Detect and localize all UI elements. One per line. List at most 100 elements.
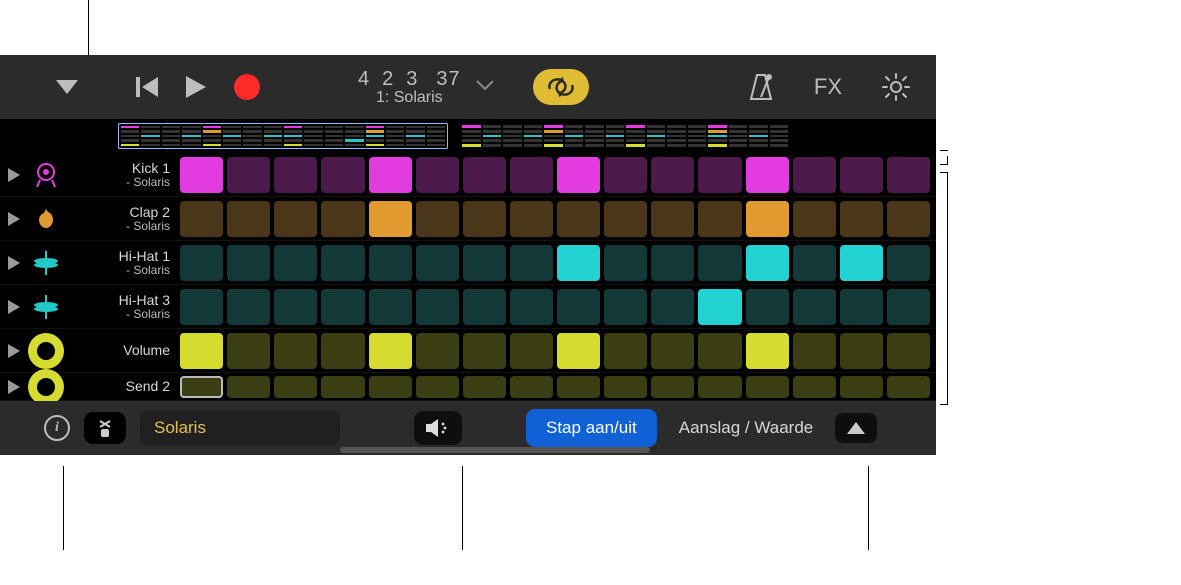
row-play-button[interactable] [0,256,28,270]
step-cell[interactable] [321,157,364,193]
step-cell[interactable] [698,157,741,193]
step-cell[interactable] [746,201,789,237]
row-play-button[interactable] [0,212,28,226]
step-cell[interactable] [557,376,600,398]
collapse-button[interactable] [835,413,877,443]
step-cell[interactable] [463,333,506,369]
step-cell[interactable] [180,201,223,237]
step-cell[interactable] [604,376,647,398]
step-on-off-button[interactable]: Stap aan/uit [526,409,657,447]
step-cell[interactable] [840,333,883,369]
row-play-button[interactable] [0,168,28,182]
step-cell[interactable] [604,333,647,369]
row-play-button[interactable] [0,344,28,358]
step-cell[interactable] [698,245,741,281]
step-cell[interactable] [369,157,412,193]
step-cell[interactable] [369,333,412,369]
step-cell[interactable] [227,289,270,325]
step-cell[interactable] [369,376,412,398]
step-cell[interactable] [651,245,694,281]
step-cell[interactable] [651,289,694,325]
step-cell[interactable] [840,376,883,398]
step-cell[interactable] [651,333,694,369]
step-cell[interactable] [746,376,789,398]
step-cell[interactable] [698,289,741,325]
step-cell[interactable] [510,201,553,237]
step-cell[interactable] [887,333,930,369]
step-cell[interactable] [180,333,223,369]
step-cell[interactable] [463,289,506,325]
fx-button[interactable]: FX [814,74,842,100]
step-cell[interactable] [887,245,930,281]
step-cell[interactable] [793,201,836,237]
step-cell[interactable] [321,289,364,325]
cycle-loop-button[interactable] [533,69,589,105]
row-play-button[interactable] [0,300,28,314]
step-cell[interactable] [369,245,412,281]
step-cell[interactable] [651,376,694,398]
step-cell[interactable] [557,201,600,237]
step-cell[interactable] [227,376,270,398]
send2-icon[interactable] [28,369,64,405]
row-label[interactable]: Clap 2- Solaris [68,205,178,232]
step-cell[interactable] [557,333,600,369]
view-menu-button[interactable] [56,80,78,94]
step-cell[interactable] [321,201,364,237]
hihat1-icon[interactable] [28,245,64,281]
step-cell[interactable] [793,157,836,193]
row-label[interactable]: Send 2 [68,379,178,394]
row-label[interactable]: Hi-Hat 3- Solaris [68,293,178,320]
step-cell[interactable] [604,289,647,325]
step-cell[interactable] [369,201,412,237]
step-cell[interactable] [321,333,364,369]
clap-icon[interactable] [28,201,64,237]
step-cell[interactable] [604,245,647,281]
pattern-overview[interactable] [0,119,936,153]
step-cell[interactable] [746,245,789,281]
step-cell[interactable] [180,376,223,398]
lcd-display[interactable]: 4 2 3 37 1: Solaris [358,68,495,107]
step-cell[interactable] [840,201,883,237]
step-cell[interactable] [557,157,600,193]
step-cell[interactable] [793,289,836,325]
step-cell[interactable] [227,201,270,237]
step-cell[interactable] [510,245,553,281]
step-cell[interactable] [416,201,459,237]
step-cell[interactable] [510,289,553,325]
step-cell[interactable] [557,245,600,281]
step-cell[interactable] [274,245,317,281]
step-cell[interactable] [416,157,459,193]
hihat3-icon[interactable] [28,289,64,325]
step-cell[interactable] [793,333,836,369]
step-cell[interactable] [887,201,930,237]
step-cell[interactable] [180,245,223,281]
step-cell[interactable] [369,289,412,325]
row-label[interactable]: Volume [68,343,178,358]
play-button[interactable] [186,76,206,98]
go-to-start-button[interactable] [136,77,158,97]
step-cell[interactable] [274,289,317,325]
velocity-value-button[interactable]: Aanslag / Waarde [679,418,814,438]
step-cell[interactable] [227,333,270,369]
step-cell[interactable] [463,245,506,281]
step-cell[interactable] [887,157,930,193]
step-cell[interactable] [746,289,789,325]
row-play-button[interactable] [0,380,28,394]
step-cell[interactable] [180,157,223,193]
step-cell[interactable] [557,289,600,325]
step-cell[interactable] [321,245,364,281]
step-cell[interactable] [274,201,317,237]
step-cell[interactable] [510,157,553,193]
step-cell[interactable] [698,333,741,369]
horizontal-scrollbar[interactable] [340,447,650,453]
step-cell[interactable] [651,201,694,237]
row-label[interactable]: Hi-Hat 1- Solaris [68,249,178,276]
step-cell[interactable] [416,289,459,325]
step-cell[interactable] [840,245,883,281]
step-cell[interactable] [604,201,647,237]
step-cell[interactable] [698,201,741,237]
kit-name-field[interactable]: Solaris [140,411,340,445]
step-cell[interactable] [746,333,789,369]
step-cell[interactable] [274,333,317,369]
step-cell[interactable] [321,376,364,398]
